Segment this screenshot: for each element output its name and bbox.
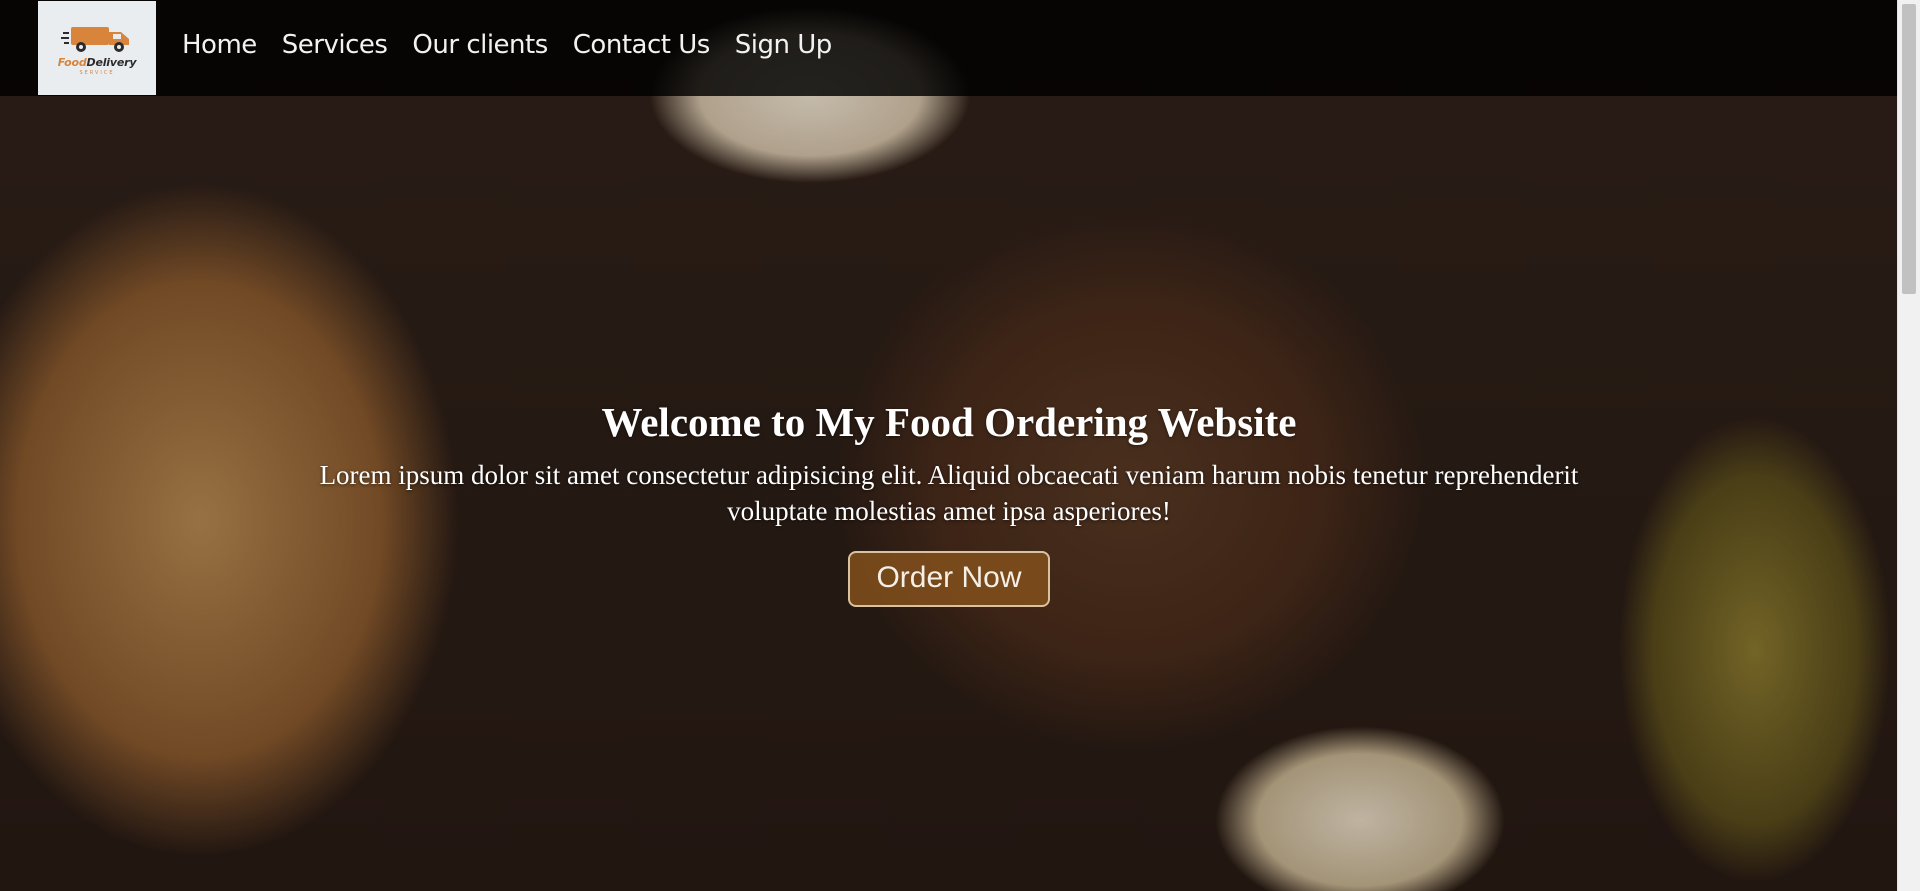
logo[interactable]: FoodDelivery SERVICE [38, 1, 156, 95]
logo-name: FoodDelivery [57, 55, 137, 69]
hero-description: Lorem ipsum dolor sit amet consectetur a… [319, 460, 1579, 526]
scrollbar-thumb[interactable] [1902, 4, 1916, 294]
logo-tagline: SERVICE [79, 69, 115, 76]
hero-title: Welcome to My Food Ordering Website [601, 399, 1297, 445]
delivery-truck-icon [61, 26, 129, 52]
hero-content: Welcome to My Food Ordering Website Lore… [0, 395, 1898, 607]
nav-link-sign-up[interactable]: Sign Up [735, 30, 833, 60]
nav-link-contact-us[interactable]: Contact Us [573, 30, 711, 60]
navbar: FoodDelivery SERVICE Home Services Our c… [0, 0, 1898, 96]
order-now-button[interactable]: Order Now [848, 551, 1050, 607]
nav-link-our-clients[interactable]: Our clients [412, 30, 548, 60]
nav-link-home[interactable]: Home [182, 30, 257, 60]
page-scrollbar[interactable] [1897, 0, 1920, 891]
nav-link-services[interactable]: Services [282, 30, 388, 60]
nav-menu: Home Services Our clients Contact Us Sig… [182, 30, 832, 60]
